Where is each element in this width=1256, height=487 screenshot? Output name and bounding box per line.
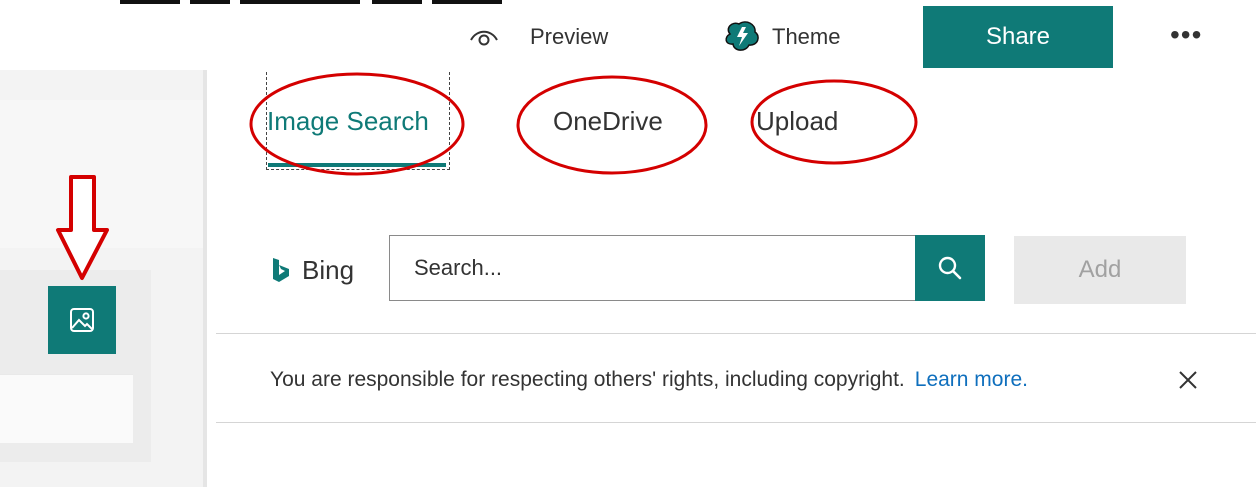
panel-divider xyxy=(203,70,207,487)
add-button[interactable]: Add xyxy=(1014,236,1186,304)
divider xyxy=(216,333,1256,334)
more-options-button[interactable]: ••• xyxy=(1170,10,1202,60)
share-button[interactable]: Share xyxy=(923,6,1113,68)
insert-image-button[interactable] xyxy=(48,286,116,354)
eye-icon xyxy=(470,30,498,46)
notice-text: You are responsible for respecting other… xyxy=(270,368,905,391)
question-card xyxy=(0,100,203,248)
form-header-toolbar: Preview Theme Share ••• xyxy=(0,6,1256,68)
bing-logo-icon xyxy=(273,258,289,282)
preview-button[interactable]: Preview xyxy=(468,12,608,62)
copyright-notice: You are responsible for respecting other… xyxy=(270,368,1028,392)
close-icon xyxy=(1179,371,1197,389)
search-icon xyxy=(938,256,962,280)
search-button[interactable] xyxy=(915,235,985,301)
tab-onedrive[interactable]: OneDrive xyxy=(553,106,663,137)
divider xyxy=(216,422,1256,423)
learn-more-link[interactable]: Learn more. xyxy=(915,368,1028,391)
theme-button[interactable]: Theme xyxy=(722,12,840,62)
preview-label: Preview xyxy=(530,24,609,49)
tab-upload[interactable]: Upload xyxy=(756,106,838,137)
theme-label: Theme xyxy=(772,24,841,49)
selected-tab-indicator xyxy=(268,163,446,167)
bing-label: Bing xyxy=(302,254,355,285)
image-search-input[interactable] xyxy=(389,235,915,301)
tab-focus-outline xyxy=(266,72,450,170)
bing-provider-label: Bing xyxy=(270,250,354,290)
answer-field[interactable] xyxy=(0,374,133,443)
dismiss-notice-button[interactable] xyxy=(1174,363,1202,397)
image-icon xyxy=(70,308,94,332)
palette-icon xyxy=(725,21,759,51)
